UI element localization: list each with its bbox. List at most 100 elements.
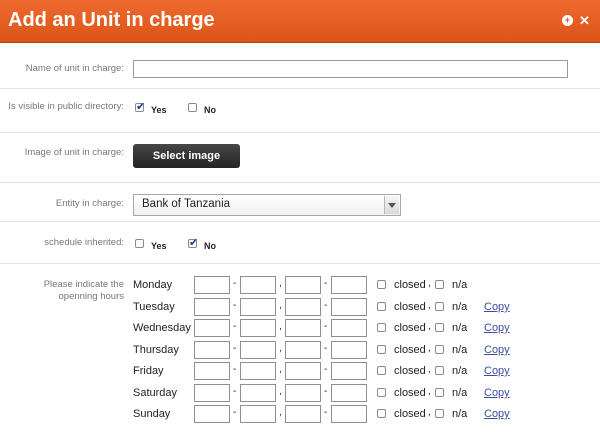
na-checkbox[interactable] [435, 388, 444, 397]
time-input[interactable] [285, 362, 321, 380]
closed-label: closed [394, 322, 426, 334]
day-label: Sunday [133, 408, 171, 420]
plus-circle-icon[interactable]: + [562, 15, 573, 26]
na-checkbox[interactable] [435, 366, 444, 375]
time-input[interactable] [285, 341, 321, 359]
copy-link[interactable]: Copy [484, 365, 510, 377]
na-checkbox[interactable] [435, 409, 444, 418]
closed-checkbox[interactable] [377, 409, 386, 418]
na-checkbox[interactable] [435, 302, 444, 311]
time-input[interactable] [194, 276, 230, 294]
time-input[interactable] [240, 341, 276, 359]
na-label: n/a [452, 365, 468, 377]
title-bar: Add an Unit in charge + ✕ [0, 0, 600, 43]
na-checkbox[interactable] [435, 280, 444, 289]
time-input[interactable] [194, 405, 230, 423]
copy-link[interactable]: Copy [484, 322, 510, 334]
time-input[interactable] [194, 384, 230, 402]
na-label: n/a [452, 322, 468, 334]
separator-comma: , [279, 364, 282, 375]
copy-link[interactable]: Copy [484, 387, 510, 399]
name-row: Name of unit in charge: [0, 50, 600, 89]
time-input[interactable] [285, 298, 321, 316]
time-input[interactable] [240, 298, 276, 316]
separator-comma: , [428, 278, 431, 289]
day-label: Monday [133, 279, 173, 291]
schedule-no-checkbox[interactable] [188, 236, 198, 249]
na-checkbox[interactable] [435, 345, 444, 354]
time-input[interactable] [331, 319, 367, 337]
closed-label: closed [394, 408, 426, 420]
schedule-yes-label: Yes [151, 241, 167, 251]
visible-row: Is visible in public directory: Yes No [0, 89, 600, 133]
na-label: n/a [452, 279, 468, 291]
day-label: Saturday [133, 387, 178, 399]
close-icon[interactable]: ✕ [579, 14, 590, 27]
na-checkbox[interactable] [435, 323, 444, 332]
separator-comma: , [279, 321, 282, 332]
separator-comma: , [428, 300, 431, 311]
time-input[interactable] [194, 298, 230, 316]
name-input[interactable] [133, 60, 568, 78]
time-input[interactable] [331, 362, 367, 380]
separator-comma: , [428, 407, 431, 418]
separator-dash: - [324, 321, 328, 332]
separator-dash: - [324, 300, 328, 311]
image-row: Image of unit in charge: Select image [0, 133, 600, 183]
closed-label: closed [394, 301, 426, 313]
visible-no-checkbox[interactable] [188, 103, 197, 112]
na-label: n/a [452, 387, 468, 399]
time-input[interactable] [240, 405, 276, 423]
time-input[interactable] [331, 298, 367, 316]
time-input[interactable] [240, 276, 276, 294]
time-input[interactable] [331, 405, 367, 423]
time-input[interactable] [240, 319, 276, 337]
time-input[interactable] [194, 362, 230, 380]
closed-label: closed [394, 344, 426, 356]
time-input[interactable] [331, 384, 367, 402]
time-input[interactable] [194, 319, 230, 337]
na-label: n/a [452, 408, 468, 420]
closed-checkbox[interactable] [377, 388, 386, 397]
separator-dash: - [324, 278, 328, 289]
time-input[interactable] [285, 319, 321, 337]
separator-dash: - [233, 343, 237, 354]
time-input[interactable] [285, 384, 321, 402]
separator-dash: - [324, 386, 328, 397]
chevron-down-icon[interactable] [384, 196, 399, 214]
entity-select[interactable]: Bank of Tanzania [133, 194, 401, 216]
copy-link[interactable]: Copy [484, 344, 510, 356]
visible-label: Is visible in public directory: [8, 101, 124, 112]
day-label: Wednesday [133, 322, 191, 334]
add-unit-dialog: Add an Unit in charge + ✕ Name of unit i… [0, 0, 600, 432]
time-input[interactable] [240, 384, 276, 402]
closed-checkbox[interactable] [377, 345, 386, 354]
separator-dash: - [233, 300, 237, 311]
time-input[interactable] [331, 341, 367, 359]
closed-checkbox[interactable] [377, 302, 386, 311]
select-image-button[interactable]: Select image [133, 144, 240, 168]
image-label: Image of unit in charge: [24, 147, 124, 158]
time-input[interactable] [194, 341, 230, 359]
day-label: Friday [133, 365, 164, 377]
closed-checkbox[interactable] [377, 280, 386, 289]
time-input[interactable] [285, 405, 321, 423]
closed-checkbox[interactable] [377, 323, 386, 332]
hours-label: Please indicate the openning hours [43, 279, 124, 302]
closed-label: closed [394, 365, 426, 377]
visible-yes-checkbox[interactable] [135, 100, 145, 113]
time-input[interactable] [240, 362, 276, 380]
time-input[interactable] [285, 276, 321, 294]
separator-comma: , [428, 321, 431, 332]
copy-link[interactable]: Copy [484, 301, 510, 313]
na-label: n/a [452, 301, 468, 313]
closed-checkbox[interactable] [377, 366, 386, 375]
separator-comma: , [279, 343, 282, 354]
closed-label: closed [394, 387, 426, 399]
entity-select-value: Bank of Tanzania [142, 198, 231, 210]
time-input[interactable] [331, 276, 367, 294]
copy-link[interactable]: Copy [484, 408, 510, 420]
schedule-yes-checkbox[interactable] [135, 239, 144, 248]
separator-comma: , [428, 364, 431, 375]
separator-dash: - [324, 407, 328, 418]
